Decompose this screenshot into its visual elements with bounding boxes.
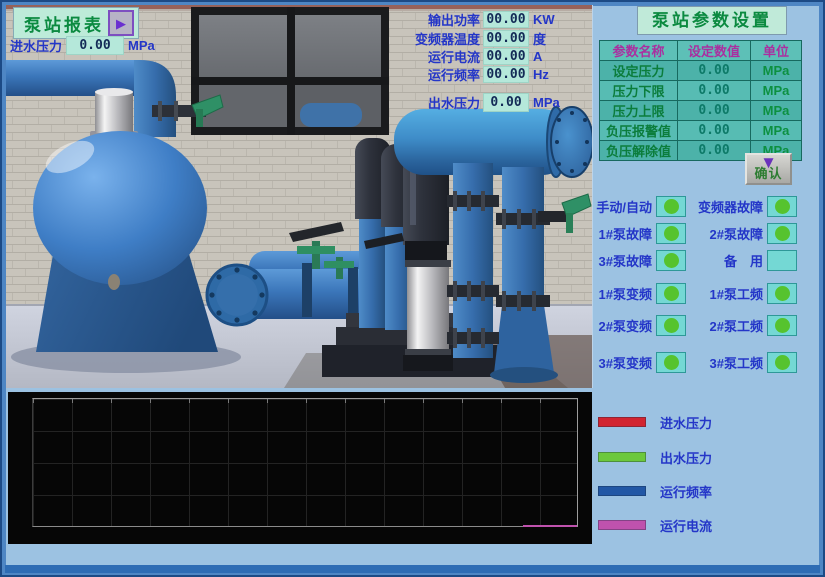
table-row: 压力上限 0.00 MPa xyxy=(600,101,802,121)
inverter-temp-readout: 变频器温度 00.00 度 xyxy=(392,30,546,47)
lamp xyxy=(656,283,686,304)
inverter-temp-value: 00.00 xyxy=(483,30,529,47)
pump-station-hmi: 泵站报表 ▶ 进水压力 0.00 MPa 输出功率 00.00 KW 变频器温度… xyxy=(0,0,825,577)
table-row: 负压报警值 0.00 MPa xyxy=(600,121,802,141)
trend-plot-area xyxy=(32,398,578,527)
col-unit: 单位 xyxy=(751,41,802,61)
indicator-pump2-vfd: 2#泵变频 xyxy=(594,314,686,336)
run-freq-value: 00.00 xyxy=(483,66,529,83)
trend-chart xyxy=(8,392,592,544)
inlet-pressure-value: 0.00 xyxy=(66,36,124,55)
indicator-vfd-fault: 变频器故障 xyxy=(690,195,797,217)
lamp xyxy=(656,250,686,271)
output-power-readout: 输出功率 00.00 KW xyxy=(392,11,555,28)
table-row: 压力下限 0.00 MPa xyxy=(600,81,802,101)
legend-inlet-pressure: 进水压力 xyxy=(598,414,712,430)
col-param-name: 参数名称 xyxy=(600,41,678,61)
lamp xyxy=(656,196,686,217)
legend-run-current: 运行电流 xyxy=(598,517,712,533)
pressure-tank xyxy=(33,131,218,352)
riser-pipes xyxy=(447,163,558,383)
lamp xyxy=(767,250,797,271)
legend-swatch xyxy=(598,520,646,530)
indicator-pump3-grid: 3#泵工频 xyxy=(690,351,797,373)
lamp xyxy=(656,315,686,336)
air-valve xyxy=(90,88,138,138)
indicator-spare: 备 用 xyxy=(690,249,797,271)
legend-outlet-pressure: 出水压力 xyxy=(598,449,712,465)
run-current-value: 00.00 xyxy=(483,48,529,65)
lamp xyxy=(656,223,686,244)
play-arrow-icon[interactable]: ▶ xyxy=(108,10,134,36)
lamp xyxy=(767,196,797,217)
indicator-pump1-vfd: 1#泵变频 xyxy=(594,282,686,304)
inlet-pressure-unit: MPa xyxy=(128,38,155,53)
indicator-pump1-grid: 1#泵工频 xyxy=(690,282,797,304)
pressure-low-limit-value[interactable]: 0.00 xyxy=(678,81,751,101)
legend-run-frequency: 运行频率 xyxy=(598,483,712,499)
indicator-pump3-vfd: 3#泵变频 xyxy=(594,351,686,373)
indicator-pump3-fault: 3#泵故障 xyxy=(594,249,686,271)
indicator-pump2-fault: 2#泵故障 xyxy=(690,222,797,244)
lamp xyxy=(767,223,797,244)
parameter-table: 参数名称 设定数值 单位 设定压力 0.00 MPa 压力下限 0.00 MPa… xyxy=(599,40,802,161)
lamp xyxy=(767,315,797,336)
run-current-readout: 运行电流 00.00 A xyxy=(392,48,542,65)
run-current-trace xyxy=(523,525,577,527)
neg-pressure-release-value[interactable]: 0.00 xyxy=(678,141,751,161)
confirm-button-label: 确认 xyxy=(747,167,790,180)
outlet-pressure-value: 0.00 xyxy=(483,93,529,112)
output-power-value: 00.00 xyxy=(483,11,529,28)
report-button-label: 泵站报表 xyxy=(24,11,104,36)
col-set-value: 设定数值 xyxy=(678,41,751,61)
legend-swatch xyxy=(598,417,646,427)
indicator-pump1-fault: 1#泵故障 xyxy=(594,222,686,244)
lamp xyxy=(767,283,797,304)
inlet-pressure-label: 进水压力 xyxy=(10,36,62,55)
report-button[interactable]: 泵站报表 ▶ xyxy=(13,7,139,39)
table-header-row: 参数名称 设定数值 单位 xyxy=(600,41,802,61)
neg-pressure-alarm-value[interactable]: 0.00 xyxy=(678,121,751,141)
set-pressure-value[interactable]: 0.00 xyxy=(678,61,751,81)
table-row: 设定压力 0.00 MPa xyxy=(600,61,802,81)
bottom-border-strip xyxy=(5,565,820,573)
axis-ticks xyxy=(33,399,577,403)
inlet-pressure-readout: 进水压力 0.00 MPa xyxy=(10,36,155,55)
lamp xyxy=(656,352,686,373)
indicator-manual-auto: 手动/自动 xyxy=(594,195,686,217)
window xyxy=(191,7,389,135)
run-freq-readout: 运行频率 00.00 Hz xyxy=(392,66,549,83)
legend-swatch xyxy=(598,452,646,462)
pressure-high-limit-value[interactable]: 0.00 xyxy=(678,101,751,121)
indicator-pump2-grid: 2#泵工频 xyxy=(690,314,797,336)
outlet-pressure-readout: 出水压力 0.00 MPa xyxy=(392,94,560,111)
lamp xyxy=(767,352,797,373)
confirm-button[interactable]: ▼ 确认 xyxy=(745,153,792,185)
settings-panel-title: 泵站参数设置 xyxy=(637,6,787,35)
legend-swatch xyxy=(598,486,646,496)
